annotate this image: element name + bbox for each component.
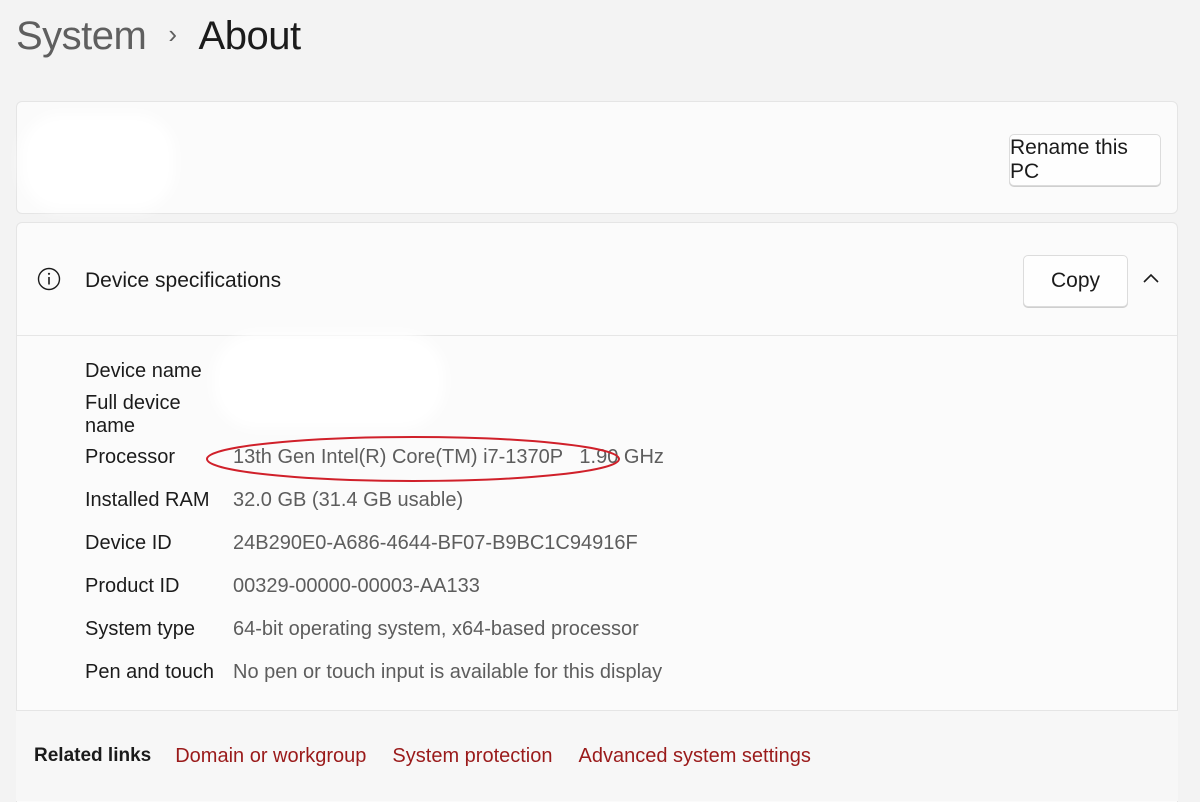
spec-rows: Device name Full device name Processor 1… [85,350,664,694]
spec-label: Device name [85,360,202,382]
processor-highlight-oval [206,436,620,482]
chevron-up-icon[interactable] [1141,269,1161,289]
spec-label: System type [85,618,196,640]
spec-value: 64-bit operating system, x64-based proce… [233,618,639,640]
breadcrumb: System › About [16,14,301,59]
breadcrumb-separator: › [168,19,177,49]
device-specifications-title: Device specifications [85,269,282,292]
pc-name-redacted [31,124,165,200]
info-icon [37,267,61,291]
spec-row-product-id: Product ID 00329-00000-00003-AA133 [85,565,664,608]
link-system-protection[interactable]: System protection [392,745,552,768]
copy-button[interactable]: Copy [1023,255,1128,307]
spec-row-pen-and-touch: Pen and touch No pen or touch input is a… [85,651,664,694]
spec-row-device-id: Device ID 24B290E0-A686-4644-BF07-B9BC1C… [85,522,664,565]
spec-label: Pen and touch [85,661,214,683]
link-advanced-system-settings[interactable]: Advanced system settings [579,745,811,768]
rename-pc-button[interactable]: Rename this PC [1009,134,1161,186]
related-links: Related links Domain or workgroup System… [16,710,1178,801]
spec-value: 24B290E0-A686-4644-BF07-B9BC1C94916F [233,532,638,554]
spec-row-device-name: Device name [85,350,664,393]
page-title: About [198,14,302,58]
spec-label: Installed RAM [85,489,210,511]
spec-value: 32.0 GB (31.4 GB usable) [233,489,464,511]
related-links-label: Related links [34,745,152,766]
spec-label: Full device name [85,391,181,437]
spec-label: Product ID [85,575,180,597]
spec-row-full-device-name: Full device name [85,391,664,437]
spec-label: Device ID [85,532,172,554]
pc-name-card: Rename this PC [16,101,1178,214]
spec-row-system-type: System type 64-bit operating system, x64… [85,608,664,651]
spec-value: 00329-00000-00003-AA133 [233,575,480,597]
breadcrumb-system[interactable]: System [16,14,147,59]
spec-value: No pen or touch input is available for t… [233,661,663,683]
link-domain-or-workgroup[interactable]: Domain or workgroup [175,745,366,768]
spec-row-installed-ram: Installed RAM 32.0 GB (31.4 GB usable) [85,479,664,522]
device-specifications-header[interactable]: Device specifications Copy [17,223,1177,336]
